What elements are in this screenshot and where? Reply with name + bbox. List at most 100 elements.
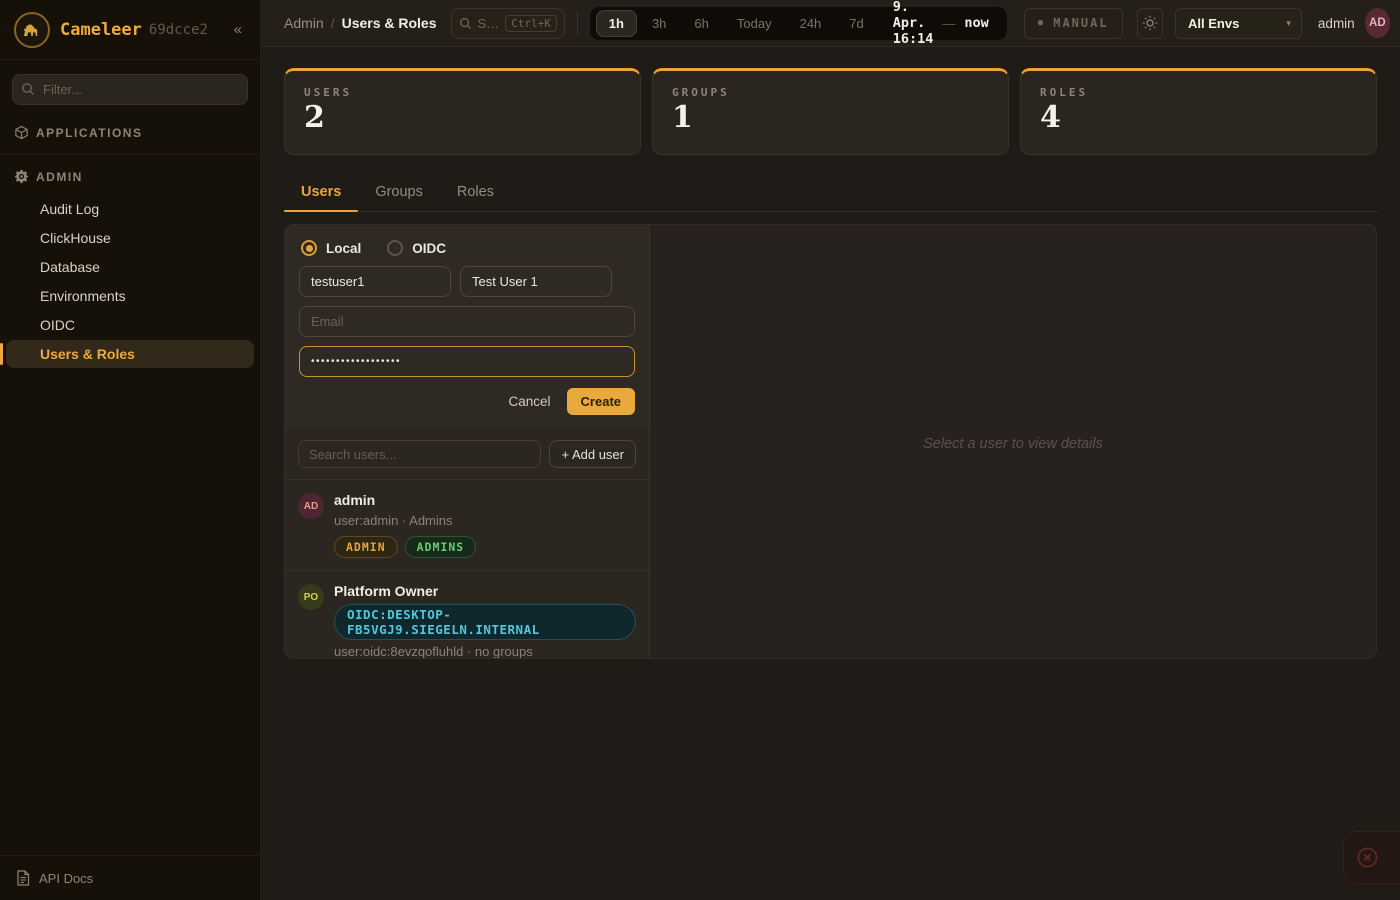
stat-value: 2 [304, 102, 621, 134]
search-icon [21, 82, 35, 96]
create-button[interactable]: Create [567, 388, 635, 415]
camel-icon [20, 18, 44, 42]
radio-oidc[interactable]: OIDC [387, 240, 446, 256]
time-range-6h[interactable]: 6h [681, 10, 721, 37]
user-row-body: admin user:admin · Admins ADMIN ADMINS [334, 491, 476, 558]
tabs: Users Groups Roles [284, 175, 1377, 212]
users-panel: Local OIDC [284, 224, 1377, 659]
user-row-body: Platform Owner OIDC:DESKTOP-FB5VGJ9.SIEG… [334, 582, 636, 659]
global-search-button[interactable]: S… Ctrl+K [451, 8, 565, 39]
radio-local-label: Local [326, 241, 361, 256]
section-applications[interactable]: APPLICATIONS [0, 117, 260, 148]
tab-groups[interactable]: Groups [358, 175, 440, 211]
name-fields-row [299, 266, 635, 297]
time-from: 9. Apr. 16:14 [893, 0, 934, 47]
sidebar: Cameleer 69dcce2 « APPLICATIONS ADMIN Au… [0, 0, 260, 900]
user-meta: user:admin · Admins [334, 513, 476, 528]
admin-nav: Audit Log ClickHouse Database Environmen… [0, 192, 260, 369]
sidebar-item-clickhouse[interactable]: ClickHouse [6, 224, 254, 252]
user-list-toolbar: + Add user [285, 429, 649, 479]
cube-icon [14, 125, 29, 140]
display-name-field[interactable] [460, 266, 612, 297]
stat-label: USERS [304, 86, 621, 99]
content: USERS 2 GROUPS 1 ROLES 4 Users Groups Ro… [260, 47, 1400, 659]
email-field[interactable] [299, 306, 635, 337]
username-field[interactable] [299, 266, 451, 297]
time-range-3h[interactable]: 3h [639, 10, 679, 37]
current-user-name: admin [1318, 16, 1355, 31]
stat-label: GROUPS [672, 86, 989, 99]
app-name: Cameleer [60, 20, 142, 40]
time-separator: — [942, 16, 955, 31]
stat-card-users: USERS 2 [284, 68, 641, 155]
time-range-7d[interactable]: 7d [836, 10, 876, 37]
users-list-pane: Local OIDC [285, 225, 650, 658]
search-placeholder: S… [478, 16, 500, 31]
stat-label: ROLES [1040, 86, 1357, 99]
build-hash: 69dcce2 [149, 22, 230, 38]
time-range-picker: 1h 3h 6h Today 24h 7d 9. Apr. 16:14 — no… [590, 7, 1007, 40]
stat-value: 4 [1040, 102, 1357, 134]
main-area: Admin / Users & Roles S… Ctrl+K 1h 3h 6h… [260, 0, 1400, 900]
divider [0, 154, 260, 155]
radio-unselected-icon [387, 240, 403, 256]
chevron-down-icon: ▾ [1286, 18, 1291, 29]
search-icon [459, 17, 472, 30]
sidebar-item-environments[interactable]: Environments [6, 282, 254, 310]
sidebar-item-oidc[interactable]: OIDC [6, 311, 254, 339]
breadcrumb-section[interactable]: Admin [284, 15, 324, 31]
password-row [299, 346, 635, 377]
api-docs-label: API Docs [39, 871, 93, 886]
breadcrumb: Admin / Users & Roles [284, 15, 437, 31]
sidebar-filter [12, 74, 248, 105]
stats-row: USERS 2 GROUPS 1 ROLES 4 [284, 68, 1377, 155]
badge-row: ADMIN ADMINS [334, 536, 476, 558]
tab-users[interactable]: Users [284, 175, 358, 211]
search-shortcut-kbd: Ctrl+K [505, 15, 557, 32]
user-row-platform-owner[interactable]: PO Platform Owner OIDC:DESKTOP-FB5VGJ9.S… [285, 570, 649, 659]
sidebar-item-audit-log[interactable]: Audit Log [6, 195, 254, 223]
password-field[interactable] [299, 346, 635, 377]
sidebar-item-users-roles[interactable]: Users & Roles [6, 340, 254, 368]
time-range-1h[interactable]: 1h [596, 10, 637, 37]
absolute-time-range[interactable]: 9. Apr. 16:14 — now [879, 0, 1001, 47]
section-admin[interactable]: ADMIN [0, 161, 260, 192]
gear-icon [14, 169, 29, 184]
topbar: Admin / Users & Roles S… Ctrl+K 1h 3h 6h… [260, 0, 1400, 47]
user-row-admin[interactable]: AD admin user:admin · Admins ADMIN ADMIN… [285, 479, 649, 570]
refresh-mode-label: MANUAL [1053, 16, 1108, 30]
close-circle-icon[interactable] [1356, 846, 1379, 869]
refresh-mode-button[interactable]: ● MANUAL [1024, 8, 1123, 39]
sun-icon [1142, 15, 1158, 31]
user-name: admin [334, 491, 476, 510]
api-docs-link[interactable]: API Docs [0, 855, 260, 900]
document-icon [16, 870, 30, 886]
time-range-24h[interactable]: 24h [787, 10, 835, 37]
theme-toggle-button[interactable] [1137, 8, 1163, 39]
logo-row: Cameleer 69dcce2 « [0, 0, 260, 60]
user-name: Platform Owner [334, 582, 636, 601]
sidebar-collapse-icon[interactable]: « [230, 19, 246, 40]
auth-type-radios: Local OIDC [299, 238, 635, 266]
stat-value: 1 [672, 102, 989, 134]
add-user-button[interactable]: + Add user [549, 440, 636, 468]
breadcrumb-page: Users & Roles [342, 15, 437, 31]
oidc-issuer-badge: OIDC:DESKTOP-FB5VGJ9.SIEGELN.INTERNAL [334, 604, 636, 640]
empty-state-text: Select a user to view details [923, 436, 1103, 452]
email-row [299, 306, 635, 337]
cancel-button[interactable]: Cancel [509, 394, 551, 409]
user-avatar[interactable]: AD [1365, 8, 1390, 38]
tab-roles[interactable]: Roles [440, 175, 511, 211]
create-user-form: Local OIDC [285, 225, 649, 429]
search-users-input[interactable] [298, 440, 541, 468]
user-meta: user:oidc:8evzqofluhld · no groups [334, 644, 636, 659]
filter-input[interactable] [12, 74, 248, 105]
time-range-today[interactable]: Today [724, 10, 785, 37]
env-selector[interactable]: All Envs ▾ [1175, 8, 1302, 39]
radio-oidc-label: OIDC [412, 241, 446, 256]
sidebar-item-database[interactable]: Database [6, 253, 254, 281]
breadcrumb-separator: / [331, 15, 335, 31]
radio-local[interactable]: Local [301, 240, 361, 256]
time-to: now [964, 15, 988, 31]
stat-card-roles: ROLES 4 [1020, 68, 1377, 155]
